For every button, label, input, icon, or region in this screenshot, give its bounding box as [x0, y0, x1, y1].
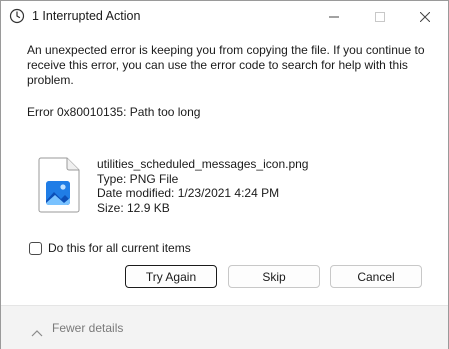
maximize-button[interactable] — [357, 1, 403, 33]
apply-to-all-checkbox[interactable] — [29, 241, 42, 255]
minimize-button[interactable] — [311, 1, 357, 33]
apply-to-all-label[interactable]: Do this for all current items — [48, 241, 191, 255]
details-footer: Fewer details — [1, 305, 448, 349]
dialog-window: 1 Interrupted Action An unexpected error… — [0, 0, 449, 349]
close-icon — [420, 12, 430, 22]
file-details: utilities_scheduled_messages_icon.png Ty… — [97, 157, 308, 215]
try-again-button[interactable]: Try Again — [125, 265, 217, 288]
fewer-details-toggle[interactable]: Fewer details — [52, 321, 123, 335]
file-type: Type: PNG File — [97, 171, 179, 186]
cancel-button[interactable]: Cancel — [330, 265, 422, 288]
file-name: utilities_scheduled_messages_icon.png — [97, 157, 309, 171]
close-button[interactable] — [402, 1, 448, 33]
file-date-modified: Date modified: 1/23/2021 4:24 PM — [97, 186, 280, 200]
minimize-icon — [329, 16, 339, 18]
chevron-up-icon[interactable] — [31, 324, 43, 337]
window-title: 1 Interrupted Action — [32, 9, 141, 23]
clock-icon — [9, 8, 25, 24]
skip-button[interactable]: Skip — [228, 265, 320, 288]
image-file-icon — [37, 157, 83, 213]
error-message: An unexpected error is keeping you from … — [27, 43, 425, 87]
file-size: Size: 12.9 KB — [97, 200, 170, 215]
error-code: Error 0x80010135: Path too long — [27, 105, 201, 119]
maximize-icon — [375, 12, 385, 22]
title-bar[interactable]: 1 Interrupted Action — [1, 1, 448, 33]
apply-to-all-row[interactable]: Do this for all current items — [29, 240, 191, 256]
